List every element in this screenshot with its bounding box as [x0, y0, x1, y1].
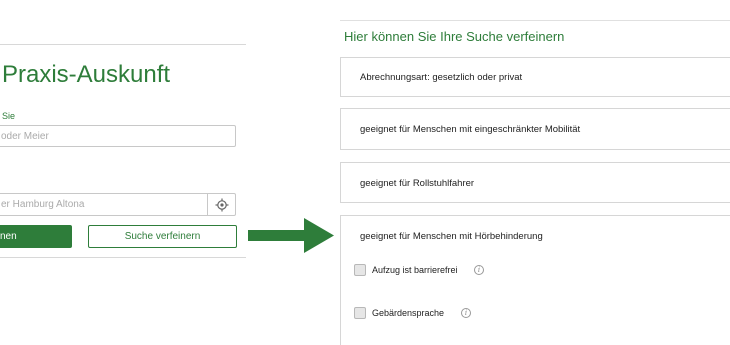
right-arrow-icon [248, 218, 334, 253]
praxis-auskunft-panel: Praxis-Auskunft Sie oder Meier er Hambur… [0, 44, 246, 258]
filter-label: geeignet für Rollstuhlfahrer [360, 178, 475, 189]
sign-language-checkbox[interactable] [354, 307, 366, 319]
refine-panel: Hier können Sie Ihre Suche verfeinern Ab… [340, 20, 730, 345]
info-icon[interactable]: i [461, 308, 471, 318]
locate-crosshair-icon [215, 198, 228, 211]
refine-search-button[interactable]: Suche verfeinern [88, 225, 237, 248]
location-input[interactable]: er Hamburg Altona [0, 193, 208, 216]
filter-label: geeignet für Menschen mit Hörbehinderung [360, 231, 543, 242]
filter-label: geeignet für Menschen mit eingeschränkte… [360, 124, 581, 135]
filter-label: Abrechnungsart: gesetzlich oder privat [360, 72, 523, 83]
search-button-label: nen [0, 231, 17, 242]
filter-wheelchair[interactable]: geeignet für Rollstuhlfahrer [340, 162, 730, 203]
location-placeholder: er Hamburg Altona [1, 199, 85, 210]
refine-title: Hier können Sie Ihre Suche verfeinern [344, 29, 565, 44]
page-title: Praxis-Auskunft [2, 61, 171, 88]
search-button[interactable]: nen [0, 225, 72, 248]
sign-language-checkbox-label: Gebärdensprache [372, 308, 445, 318]
filter-limited-mobility[interactable]: geeignet für Menschen mit eingeschränkte… [340, 108, 730, 150]
filter-billing-type[interactable]: Abrechnungsart: gesetzlich oder privat [340, 57, 730, 97]
elevator-checkbox[interactable] [354, 264, 366, 276]
field-label: Sie [2, 111, 16, 121]
info-icon[interactable]: i [474, 265, 484, 275]
name-search-placeholder: oder Meier [1, 131, 49, 142]
locate-button[interactable] [207, 193, 236, 216]
filter-hearing-impairment[interactable]: geeignet für Menschen mit Hörbehinderung… [340, 215, 730, 345]
name-search-input[interactable]: oder Meier [0, 125, 236, 147]
elevator-checkbox-label: Aufzug ist barrierefrei [372, 265, 458, 275]
